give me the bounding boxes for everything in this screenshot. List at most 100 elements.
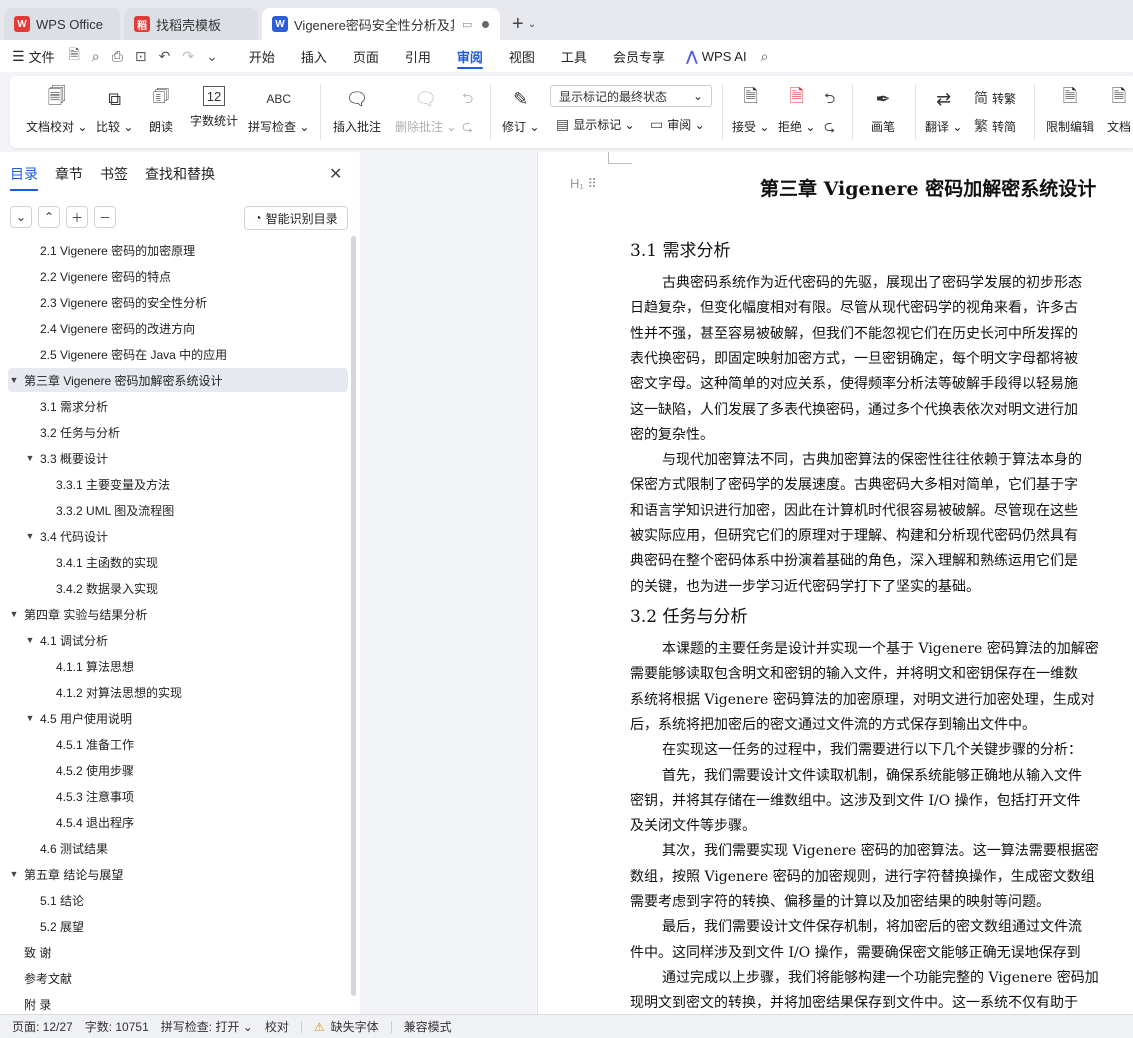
unsaved-dot-icon[interactable]	[482, 20, 490, 28]
toc-item[interactable]: 4.5.3 注意事项	[8, 784, 348, 808]
toc-item[interactable]: 附 录	[8, 992, 348, 1014]
toc-item[interactable]: 3.4.1 主函数的实现	[8, 550, 348, 574]
menu-view[interactable]: 视图	[496, 40, 548, 72]
word-count-button[interactable]: 12 字数统计	[190, 86, 238, 129]
document-page[interactable]: H₁ ⠿ 第三章 Vigenere 密码加解密系统设计 3.1 需求分析 古典密码…	[537, 152, 1133, 1014]
close-icon[interactable]: ✕	[329, 164, 342, 184]
word-count[interactable]: 字数: 10751	[85, 1018, 149, 1035]
toc-scrollbar[interactable]	[351, 236, 356, 996]
to-simplified-button[interactable]: 繁 转简	[974, 116, 1016, 136]
show-markup-button[interactable]: ▤ 显示标记 ⌄	[556, 116, 635, 133]
restrict-edit-button[interactable]: 🗎 限制编辑	[1046, 86, 1094, 135]
file-menu[interactable]: ☰ 文件	[12, 47, 55, 66]
next-comment-button[interactable]: ⮎	[462, 116, 477, 140]
heading-level-icon[interactable]: H₁ ⠿	[570, 176, 597, 192]
next-revision-button[interactable]: ⮎	[824, 116, 839, 140]
compare-button[interactable]: ⧉ 比较 ⌄	[96, 86, 133, 135]
add-heading-button[interactable]: ＋	[66, 206, 88, 228]
toc-item[interactable]: 4.5.2 使用步骤	[8, 758, 348, 782]
revise-button[interactable]: ✎ 修订 ⌄	[502, 86, 539, 135]
page-indicator[interactable]: 页面: 12/27	[12, 1018, 73, 1035]
save-icon[interactable]: 🗎	[69, 44, 80, 68]
toc-item[interactable]: 致 谢	[8, 940, 348, 964]
menu-review[interactable]: 审阅	[444, 40, 496, 72]
smart-toc-button[interactable]: ◔ 智能识别目录	[244, 206, 348, 230]
expand-arrow-icon[interactable]: ▼	[24, 713, 36, 723]
new-tab-button[interactable]: + ⌄	[504, 8, 544, 40]
menu-tools[interactable]: 工具	[548, 40, 600, 72]
print-icon[interactable]: ⎙	[112, 48, 123, 65]
toc-item[interactable]: 2.3 Vigenere 密码的安全性分析	[8, 290, 348, 314]
accept-button[interactable]: 🗎 接受 ⌄	[732, 86, 769, 135]
menu-references[interactable]: 引用	[392, 40, 444, 72]
wps-ai-button[interactable]: ⋀ WPS AI	[678, 48, 755, 65]
toc-item[interactable]: ▼ 3.3 概要设计	[8, 446, 348, 470]
more-chevron-icon[interactable]: ⌄	[206, 48, 218, 65]
tab-bookmarks[interactable]: 书签	[100, 164, 128, 191]
toc-item[interactable]: ▼ 第三章 Vigenere 密码加解密系统设计	[8, 368, 348, 392]
tab-wps-office[interactable]: W WPS Office	[4, 8, 120, 40]
toc-item[interactable]: 3.3.1 主要变量及方法	[8, 472, 348, 496]
tab-document[interactable]: W Vigenere密码安全性分析及其 ▭	[262, 8, 500, 40]
undo-icon[interactable]: ↶	[159, 48, 171, 65]
search-icon[interactable]: ⌕	[761, 48, 769, 65]
tab-find-replace[interactable]: 查找和替换	[145, 164, 215, 191]
expand-arrow-icon[interactable]: ▼	[8, 375, 20, 385]
spell-check-button[interactable]: ABC 拼写检查 ⌄	[248, 86, 309, 135]
insert-comment-button[interactable]: 🗨 插入批注	[333, 86, 381, 135]
tab-templates[interactable]: 稻 找稻壳模板	[124, 8, 258, 40]
toc-item[interactable]: 4.5.1 准备工作	[8, 732, 348, 756]
toc-item[interactable]: 5.1 结论	[8, 888, 348, 912]
delete-comment-button[interactable]: 🗨 删除批注 ⌄	[395, 86, 456, 135]
expand-arrow-icon[interactable]: ▼	[8, 869, 20, 879]
prev-revision-button[interactable]: ⮌	[824, 88, 839, 112]
format-painter-icon[interactable]: ⌕	[92, 48, 100, 65]
toc-item[interactable]: ▼ 第五章 结论与展望	[8, 862, 348, 886]
print-preview-icon[interactable]: ⊡	[135, 48, 147, 65]
doc-rights-button[interactable]: 🗎 文档	[1106, 86, 1132, 135]
toc-item[interactable]: 参考文献	[8, 966, 348, 990]
toc-item[interactable]: 3.2 任务与分析	[8, 420, 348, 444]
expand-arrow-icon[interactable]: ▼	[24, 635, 36, 645]
toc-item[interactable]: 4.5.4 退出程序	[8, 810, 348, 834]
menu-member[interactable]: 会员专享	[600, 40, 678, 72]
toc-item[interactable]: ▼ 3.4 代码设计	[8, 524, 348, 548]
toc-item[interactable]: 2.2 Vigenere 密码的特点	[8, 264, 348, 288]
redo-icon[interactable]: ↷	[182, 48, 194, 65]
expand-up-button[interactable]: ⌃	[38, 206, 60, 228]
ink-button[interactable]: ✒ 画笔	[870, 86, 896, 135]
toc-item[interactable]: 2.4 Vigenere 密码的改进方向	[8, 316, 348, 340]
toc-item[interactable]: 3.3.2 UML 图及流程图	[8, 498, 348, 522]
toc-item[interactable]: 4.6 测试结果	[8, 836, 348, 860]
expand-arrow-icon[interactable]: ▼	[8, 609, 20, 619]
remove-heading-button[interactable]: －	[94, 206, 116, 228]
missing-font-status[interactable]: ⚠ 缺失字体	[314, 1018, 379, 1035]
toc-item[interactable]: ▼ 4.1 调试分析	[8, 628, 348, 652]
toc-item[interactable]: 4.1.1 算法思想	[8, 654, 348, 678]
toc-item[interactable]: 4.1.2 对算法思想的实现	[8, 680, 348, 704]
proof-status[interactable]: 校对	[265, 1018, 289, 1035]
to-traditional-button[interactable]: 简 转繁	[974, 88, 1016, 108]
menu-home[interactable]: 开始	[236, 40, 288, 72]
markup-state-select[interactable]: 显示标记的最终状态 ⌄	[550, 85, 712, 107]
tab-sections[interactable]: 章节	[55, 164, 83, 191]
spell-check-status[interactable]: 拼写检查: 打开 ⌄	[161, 1018, 253, 1035]
prev-comment-button[interactable]: ⮌	[462, 88, 477, 112]
toc-item[interactable]: ▼ 第四章 实验与结果分析	[8, 602, 348, 626]
menu-page[interactable]: 页面	[340, 40, 392, 72]
review-pane-button[interactable]: ▭ 审阅 ⌄	[650, 116, 705, 133]
toc-item[interactable]: 2.5 Vigenere 密码在 Java 中的应用	[8, 342, 348, 366]
toc-item[interactable]: 3.4.2 数据录入实现	[8, 576, 348, 600]
toc-item[interactable]: 2.1 Vigenere 密码的加密原理	[8, 238, 348, 262]
toc-item[interactable]: 5.2 展望	[8, 914, 348, 938]
reject-button[interactable]: 🗎 拒绝 ⌄	[778, 86, 815, 135]
translate-button[interactable]: ⇄ 翻译 ⌄	[925, 86, 962, 135]
expand-arrow-icon[interactable]: ▼	[24, 453, 36, 463]
read-aloud-button[interactable]: 🗊 朗读	[148, 86, 174, 135]
collapse-all-button[interactable]: ⌄	[10, 206, 32, 228]
tab-toc[interactable]: 目录	[10, 164, 38, 191]
doc-check-button[interactable]: 🗐 文档校对 ⌄	[26, 86, 87, 135]
expand-arrow-icon[interactable]: ▼	[24, 531, 36, 541]
menu-insert[interactable]: 插入	[288, 40, 340, 72]
toc-item[interactable]: ▼ 4.5 用户使用说明	[8, 706, 348, 730]
